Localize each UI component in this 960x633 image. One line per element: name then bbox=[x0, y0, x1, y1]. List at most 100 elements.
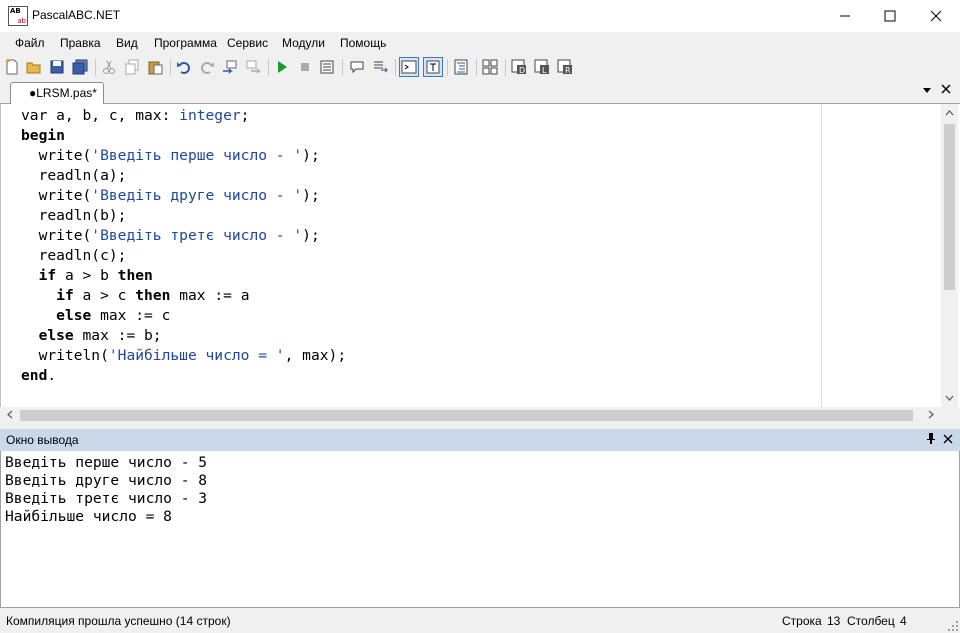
copy-icon bbox=[125, 59, 139, 75]
output-window[interactable]: Введіть перше число - 5 Введіть друге чи… bbox=[0, 451, 960, 608]
toolbar-separator bbox=[342, 59, 343, 76]
text-format-button[interactable] bbox=[423, 57, 443, 77]
code-line[interactable]: writeln('Найбільше число = ', max); bbox=[21, 346, 347, 366]
svg-text:L: L bbox=[542, 66, 547, 75]
scroll-left-icon[interactable] bbox=[6, 410, 13, 422]
editor-horizontal-scrollbar[interactable] bbox=[0, 407, 941, 424]
format-code-button[interactable] bbox=[452, 58, 470, 76]
redo-button[interactable] bbox=[198, 58, 216, 76]
code-line[interactable]: begin bbox=[21, 126, 346, 146]
open-button[interactable] bbox=[25, 58, 43, 76]
menu-bar: Файл Правка Вид Программа Сервис Модули … bbox=[0, 32, 960, 54]
code-editor[interactable]: var a, b, c, max: integer; begin write('В… bbox=[0, 104, 960, 407]
code-line[interactable]: readln(a); bbox=[21, 166, 346, 186]
code-line[interactable]: if a > c then max := a bbox=[21, 286, 346, 306]
code-line[interactable]: if a > b then bbox=[21, 266, 346, 286]
close-icon bbox=[930, 10, 942, 22]
step-into-icon bbox=[223, 60, 237, 74]
output-pin-button[interactable] bbox=[925, 431, 937, 449]
app-icon-letters-bottom: ab bbox=[17, 17, 26, 25]
code-line[interactable]: else max := b; bbox=[21, 326, 346, 346]
menu-file[interactable]: Файл bbox=[15, 36, 45, 50]
toolbar: D L R bbox=[0, 55, 960, 80]
compile-button[interactable] bbox=[318, 58, 336, 76]
code-line[interactable]: readln(b); bbox=[21, 206, 346, 226]
scroll-up-icon[interactable] bbox=[945, 108, 954, 119]
console-output-button[interactable] bbox=[399, 57, 419, 77]
uncomment-icon bbox=[374, 61, 388, 73]
output-line: Введіть друге число - 8 bbox=[5, 472, 208, 489]
copy-button[interactable] bbox=[123, 58, 141, 76]
run-icon bbox=[278, 61, 287, 73]
resize-grip-icon[interactable] bbox=[948, 621, 958, 631]
menu-modules[interactable]: Модули bbox=[282, 36, 325, 50]
debug-window-button[interactable] bbox=[481, 58, 499, 76]
step-over-button[interactable] bbox=[244, 58, 262, 76]
tab-close-button[interactable] bbox=[941, 83, 951, 97]
horizontal-scroll-thumb[interactable] bbox=[20, 410, 913, 421]
tool-d-button[interactable]: D bbox=[510, 58, 528, 76]
paste-button[interactable] bbox=[146, 58, 164, 76]
run-button[interactable] bbox=[273, 58, 291, 76]
code-token: , max); bbox=[284, 347, 347, 364]
code-line[interactable]: write('Введіть друге число - '); bbox=[21, 186, 346, 206]
new-file-icon bbox=[6, 59, 18, 75]
code-token: write( bbox=[21, 227, 92, 244]
tab-lrsm-pas[interactable]: ●LRSM.pas* bbox=[10, 82, 104, 104]
code-token: 'Введіть перше число - ' bbox=[91, 147, 303, 164]
tool-r-button[interactable]: R bbox=[556, 58, 574, 76]
close-icon bbox=[941, 84, 951, 94]
undo-button[interactable] bbox=[175, 58, 193, 76]
uncomment-button[interactable] bbox=[371, 58, 389, 76]
code-token: if bbox=[38, 267, 57, 284]
save-all-button[interactable] bbox=[71, 58, 89, 76]
vertical-scroll-thumb[interactable] bbox=[944, 124, 955, 290]
stop-button[interactable] bbox=[296, 58, 314, 76]
tab-strip: ●LRSM.pas* bbox=[0, 81, 960, 104]
menu-program[interactable]: Программа bbox=[154, 36, 217, 50]
menu-edit[interactable]: Правка bbox=[60, 36, 101, 50]
chevron-down-icon bbox=[923, 88, 931, 93]
code-token: then bbox=[135, 287, 171, 304]
comment-button[interactable] bbox=[348, 58, 366, 76]
editor-vertical-scrollbar[interactable] bbox=[941, 104, 958, 407]
tab-list-button[interactable] bbox=[922, 84, 932, 98]
new-file-button[interactable] bbox=[3, 58, 21, 76]
toolbar-separator bbox=[447, 59, 448, 76]
code-token: a > b bbox=[56, 267, 118, 284]
scroll-down-icon[interactable] bbox=[945, 394, 954, 405]
menu-service[interactable]: Сервис bbox=[227, 36, 268, 50]
code-line[interactable]: write('Введіть перше число - '); bbox=[21, 146, 346, 166]
step-into-button[interactable] bbox=[221, 58, 239, 76]
code-line[interactable]: readln(c); bbox=[21, 246, 346, 266]
code-token: readln(c); bbox=[21, 247, 127, 264]
code-line[interactable]: else max := c bbox=[21, 306, 346, 326]
window-title: PascalABC.NET bbox=[32, 8, 121, 22]
menu-view[interactable]: Вид bbox=[116, 36, 138, 50]
code-line[interactable]: write('Введіть третє число - '); bbox=[21, 226, 346, 246]
status-bar: Компиляция прошла успешно (14 строк) Стр… bbox=[0, 609, 960, 633]
cut-button[interactable] bbox=[100, 58, 118, 76]
toolbar-separator bbox=[268, 59, 269, 76]
compile-icon bbox=[320, 60, 334, 74]
close-button[interactable] bbox=[913, 0, 959, 32]
output-close-button[interactable] bbox=[943, 433, 953, 448]
code-line[interactable]: var a, b, c, max: integer; bbox=[21, 106, 346, 126]
code-text[interactable]: var a, b, c, max: integer; begin write('В… bbox=[21, 106, 346, 386]
app-icon: AB ab bbox=[8, 6, 28, 26]
menu-help[interactable]: Помощь bbox=[340, 36, 386, 50]
app-icon-letters-top: AB bbox=[10, 7, 21, 15]
output-line: Введіть третє число - 3 bbox=[5, 490, 208, 507]
tool-l-button[interactable]: L bbox=[533, 58, 551, 76]
code-token: . bbox=[47, 367, 57, 384]
code-token: max := c bbox=[91, 307, 171, 324]
scroll-right-icon[interactable] bbox=[928, 410, 935, 422]
save-button[interactable] bbox=[48, 58, 66, 76]
text-format-icon bbox=[426, 60, 440, 74]
code-token: if bbox=[56, 287, 74, 304]
code-line[interactable]: end. bbox=[21, 366, 346, 386]
minimize-button[interactable] bbox=[822, 0, 868, 32]
code-token: write( bbox=[21, 147, 92, 164]
code-token: a, b, c, max: bbox=[47, 107, 180, 124]
maximize-button[interactable] bbox=[867, 0, 913, 32]
